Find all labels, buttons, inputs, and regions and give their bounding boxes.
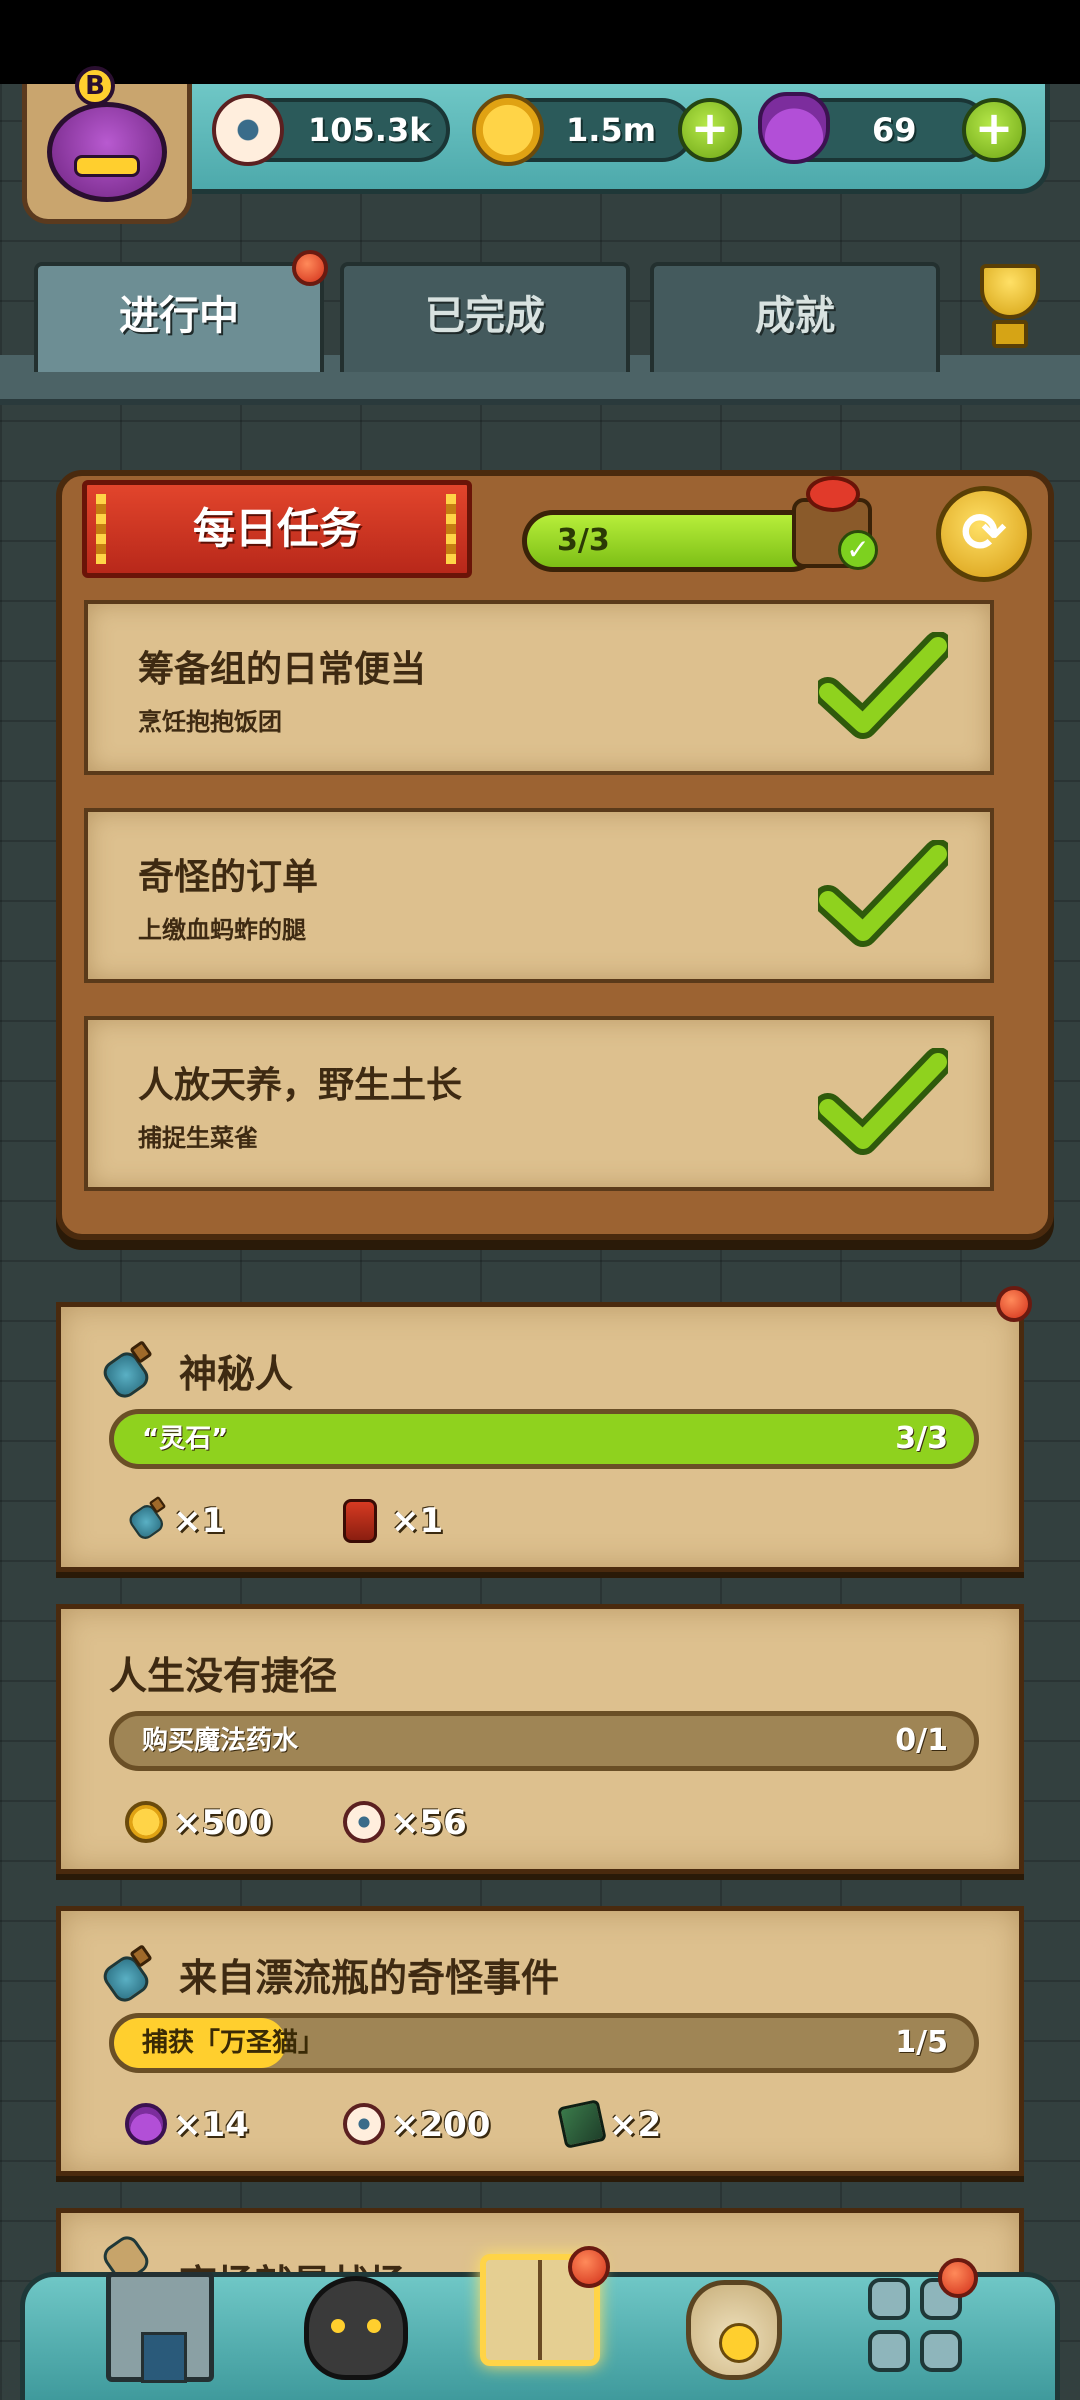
mission-objective: 购买魔法药水	[142, 1726, 299, 1756]
quest-subtitle: 烹饪抱抱饭团	[138, 708, 282, 736]
quest-title: 筹备组的日常便当	[138, 649, 427, 690]
trophy-icon[interactable]	[960, 258, 1060, 358]
reward-amount: ×500	[173, 1803, 273, 1843]
mission-title: 人生没有捷径	[109, 1654, 338, 1698]
monster-icon	[304, 2276, 408, 2380]
mission-card[interactable]: 来自漂流瓶的奇怪事件 捕获「万圣猫」 1/5 ×14 ×200 ×2	[56, 1906, 1024, 2176]
mission-progress-count: 1/5	[895, 2025, 948, 2060]
reward-item: ×200	[343, 2101, 493, 2151]
reward-item: ×2	[557, 2099, 691, 2151]
gift-box-icon[interactable]: ✓	[778, 468, 888, 578]
mission-notification-dot	[996, 1286, 1032, 1322]
reward-amount: ×1	[391, 1501, 444, 1541]
coin-icon	[125, 1801, 167, 1843]
reward-item: ×1	[343, 1497, 463, 1547]
mission-progress-bar: 捕获「万圣猫」 1/5	[109, 2013, 979, 2073]
tab-achievements[interactable]: 成就	[650, 262, 940, 372]
eye-icon	[343, 2103, 385, 2145]
mission-objective: “灵石”	[142, 1424, 229, 1454]
nav-notification-dot	[568, 2246, 610, 2288]
mission-title: 来自漂流瓶的奇怪事件	[179, 1956, 560, 2000]
refresh-button[interactable]: ⟳	[936, 486, 1032, 582]
avatar-level-badge: B	[75, 66, 115, 106]
tab-in-progress[interactable]: 进行中	[34, 262, 324, 372]
mission-progress-bar: 购买魔法药水 0/1	[109, 1711, 979, 1771]
eye-icon	[343, 1801, 385, 1843]
reward-amount: ×56	[391, 1803, 467, 1843]
daily-progress-text: 3/3	[557, 523, 610, 558]
reward-amount: ×14	[173, 2105, 249, 2145]
potion-icon	[758, 92, 830, 164]
eyes-count: 105.3k	[308, 111, 431, 149]
mission-progress-count: 0/1	[895, 1723, 948, 1758]
reward-item: ×500	[125, 1799, 272, 1849]
avatar[interactable]	[47, 102, 167, 202]
banner-trim	[96, 494, 106, 564]
daily-quest-card[interactable]: 奇怪的订单 上缴血蚂蚱的腿	[84, 808, 994, 983]
daily-progress-bar: 3/3	[522, 510, 822, 572]
status-bar	[0, 0, 1080, 84]
reward-item: ×1	[125, 1495, 245, 1547]
mission-card[interactable]: 神秘人 “灵石” 3/3 ×1 ×1	[56, 1302, 1024, 1572]
reward-amount: ×2	[609, 2105, 662, 2145]
reward-item: ×56	[343, 1799, 483, 1849]
monster-nav-button[interactable]	[290, 2262, 420, 2392]
checkmark-icon	[818, 840, 948, 947]
avatar-teeth-icon	[74, 155, 140, 177]
mission-title: 神秘人	[179, 1352, 294, 1396]
mission-card[interactable]: 人生没有捷径 购买魔法药水 0/1 ×500 ×56	[56, 1604, 1024, 1874]
shop-nav-button[interactable]	[96, 2262, 226, 2392]
reward-amount: ×1	[173, 1501, 226, 1541]
add-coins-button[interactable]: +	[678, 98, 742, 162]
quest-title: 奇怪的订单	[138, 857, 319, 898]
money-bag-icon	[686, 2280, 782, 2380]
quest-title: 人放天养，野生土长	[138, 1065, 463, 1106]
card-icon	[557, 2099, 607, 2149]
quest-subtitle: 上缴血蚂蚱的腿	[138, 916, 306, 944]
bag-nav-button[interactable]	[668, 2262, 798, 2392]
tab-notification-dot	[292, 250, 328, 286]
potions-count: 69	[872, 111, 917, 149]
bottle-icon	[125, 1495, 170, 1543]
quest-subtitle: 捕捉生菜雀	[138, 1124, 258, 1152]
checkmark-icon	[818, 632, 948, 739]
checkmark-icon	[818, 1048, 948, 1155]
bottle-icon	[97, 1340, 157, 1403]
coin-icon	[472, 94, 544, 166]
daily-quests-title: 每日任务	[82, 480, 472, 578]
add-potions-button[interactable]: +	[962, 98, 1026, 162]
mission-objective: 捕获「万圣猫」	[142, 2028, 325, 2058]
mission-progress-bar: “灵石” 3/3	[109, 1409, 979, 1469]
daily-quest-card[interactable]: 人放天养，野生土长 捕捉生菜雀	[84, 1016, 994, 1191]
check-icon: ✓	[838, 530, 878, 570]
lantern-icon	[343, 1499, 377, 1543]
bottle-icon	[97, 1944, 157, 2007]
avatar-frame[interactable]: B	[22, 66, 192, 224]
reward-amount: ×200	[391, 2105, 491, 2145]
daily-quest-card[interactable]: 筹备组的日常便当 烹饪抱抱饭团	[84, 600, 994, 775]
banner-trim	[446, 494, 456, 564]
mission-progress-fill	[114, 1414, 974, 1464]
potion-icon	[125, 2103, 167, 2145]
eye-icon	[212, 94, 284, 166]
shop-icon	[106, 2272, 214, 2383]
reward-item: ×14	[125, 2101, 255, 2151]
mission-progress-count: 3/3	[895, 1421, 948, 1456]
nav-notification-dot	[938, 2258, 978, 2298]
coins-count: 1.5m	[566, 111, 657, 149]
tab-completed[interactable]: 已完成	[340, 262, 630, 372]
